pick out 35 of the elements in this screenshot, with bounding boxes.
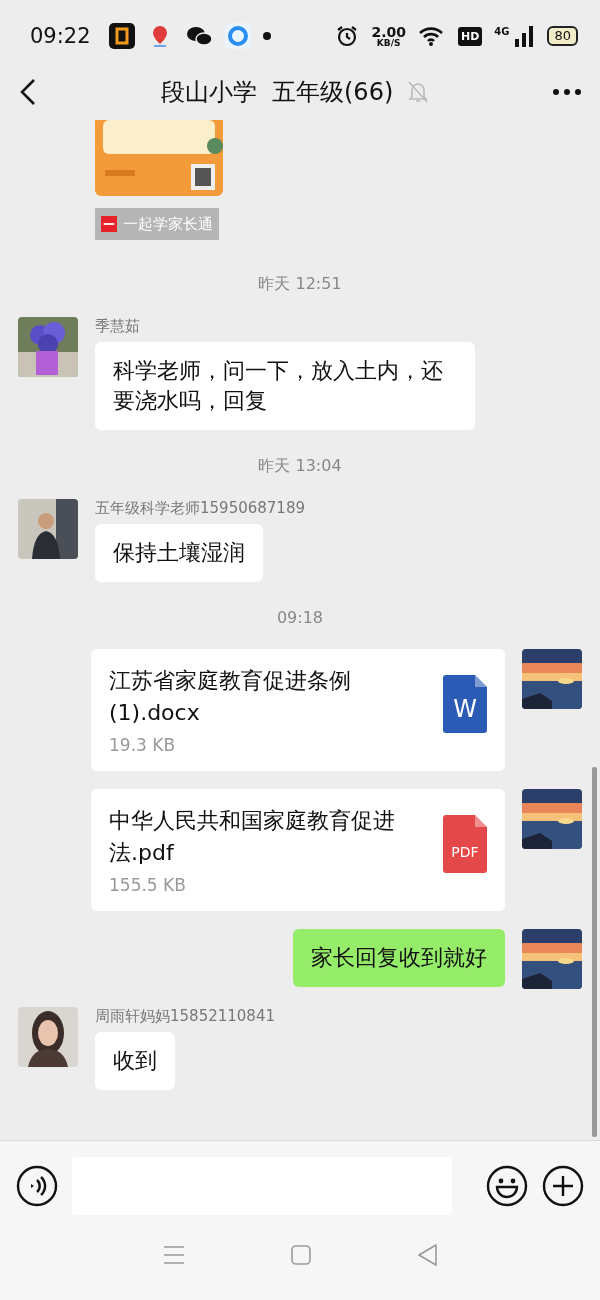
app-notification-icon: [108, 23, 135, 49]
network-speed: 2.00 KB/S: [371, 24, 406, 48]
message-bubble: 科学老师，问一下，放入土内，还要浇水吗，回复: [95, 342, 475, 430]
file-message[interactable]: 中华人民共和国家庭教育促进法.pdf 155.5 KB PDF: [91, 789, 505, 911]
network-type: 4G: [494, 26, 510, 37]
voice-icon[interactable]: [16, 1164, 58, 1207]
file-message[interactable]: 江苏省家庭教育促进条例(1).docx 19.3 KB W: [91, 649, 505, 771]
back-icon[interactable]: [18, 77, 38, 107]
emoji-icon[interactable]: [486, 1164, 528, 1207]
hd-badge: HD: [457, 26, 483, 46]
file-size: 155.5 KB: [109, 875, 187, 895]
more-notifications-icon: [262, 32, 271, 40]
file-name: 江苏省家庭教育促进条例(1).docx: [109, 667, 352, 727]
file-name: 中华人民共和国家庭教育促进法.pdf: [109, 807, 396, 867]
more-icon[interactable]: [552, 88, 582, 96]
status-time: 09:22: [30, 24, 91, 48]
chat-title: 段山小学 五年级(66): [160, 77, 394, 108]
sender-name: 季慧茹: [95, 317, 140, 336]
word-document-icon: W: [443, 675, 487, 733]
scrollbar[interactable]: [592, 767, 597, 1137]
file-size: 19.3 KB: [109, 735, 177, 755]
cloud-app-icon: [224, 23, 251, 49]
message-bubble: 家长回复收到就好: [293, 929, 505, 987]
pdf-document-icon: PDF: [443, 815, 487, 873]
message-bubble: 收到: [95, 1032, 175, 1090]
timestamp: 昨天 12:51: [258, 274, 342, 295]
app-name: 一起学家长通: [123, 214, 213, 234]
sender-name: 周雨轩妈妈15852110841: [95, 1007, 275, 1026]
sender-name: 五年级科学老师15950687189: [95, 499, 305, 518]
add-icon[interactable]: [542, 1164, 584, 1207]
app-logo-icon: [101, 215, 117, 233]
battery-level: 80: [547, 26, 578, 46]
timestamp: 昨天 13:04: [258, 456, 342, 477]
timestamp: 09:18: [276, 608, 324, 627]
message-bubble: 保持土壤湿润: [95, 524, 263, 582]
